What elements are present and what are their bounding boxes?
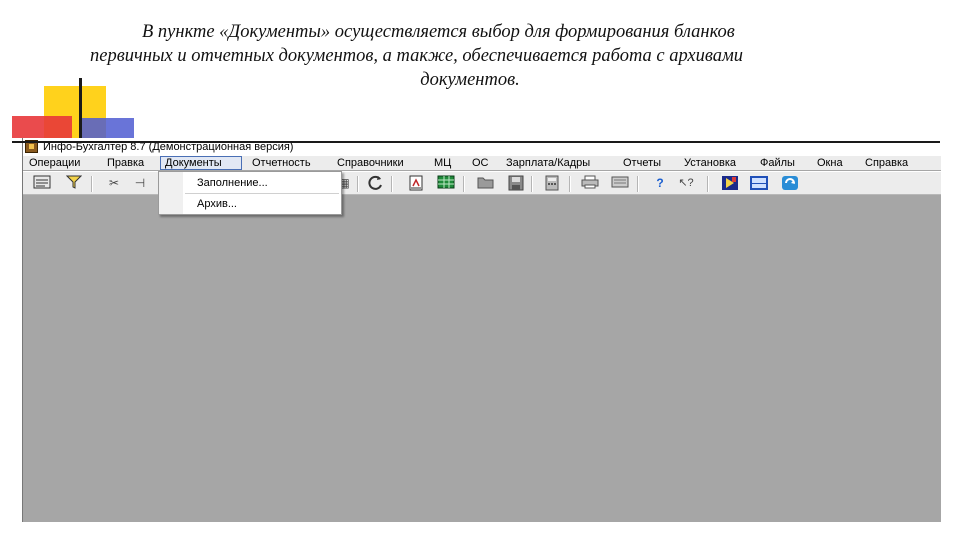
menu-setup[interactable]: Установка [684,156,736,170]
menu-os[interactable]: ОС [472,156,489,170]
table-icon[interactable] [437,175,455,192]
update-icon[interactable] [781,175,799,192]
decor-red-square [12,116,72,138]
decor-horizontal-line [12,141,940,143]
toolbar-separator [637,176,639,192]
menu-directories[interactable]: Справочники [337,156,404,170]
form-icon[interactable] [33,175,51,192]
dropdown-gutter [159,172,183,214]
menu-documents[interactable]: Документы [160,156,242,170]
printer-icon[interactable] [581,175,599,192]
print-preview-icon[interactable] [611,175,629,192]
bookmark-icon[interactable] [721,175,739,192]
menu-files[interactable]: Файлы [760,156,795,170]
refresh-icon[interactable] [367,175,385,192]
toolbar-separator [463,176,465,192]
toolbar-separator [391,176,393,192]
dropdown-divider [185,193,339,194]
toolbar-separator [91,176,93,192]
save-icon[interactable] [507,175,525,192]
menu-mc[interactable]: МЦ [434,156,451,170]
caption-line-2: первичных и отчетных документов, а также… [90,46,744,66]
slide-caption: В пункте «Документы» осуществляется выбо… [60,20,900,92]
menu-windows[interactable]: Окна [817,156,843,170]
filter-icon[interactable] [65,175,83,192]
toolbar-separator [569,176,571,192]
link-icon[interactable]: ⊣ [131,175,149,192]
menu-item-fill[interactable]: Заполнение... [197,174,268,192]
menu-reporting[interactable]: Отчетность [252,156,311,170]
menu-operations[interactable]: Операции [29,156,80,170]
menu-reports[interactable]: Отчеты [623,156,661,170]
menu-edit[interactable]: Правка [107,156,144,170]
menu-payroll[interactable]: Зарплата/Кадры [506,156,590,170]
folder-open-icon[interactable] [477,175,495,192]
report-icon[interactable] [407,175,425,192]
update-calendar-icon[interactable] [749,175,768,192]
menu-bar: Операции Правка Документы Отчетность Спр… [23,156,941,170]
context-help-icon[interactable]: ↖? [677,175,695,192]
toolbar-separator [707,176,709,192]
menu-help[interactable]: Справка [865,156,908,170]
cut-icon[interactable]: ✂ [105,175,123,192]
help-icon[interactable]: ? [651,175,669,192]
menu-item-archive[interactable]: Архив... [197,195,237,213]
toolbar-separator [357,176,359,192]
caption-line-1: В пункте «Документы» осуществляется выбо… [142,22,735,42]
calculator-icon[interactable] [543,175,561,192]
documents-dropdown: Заполнение... Архив... [158,171,342,215]
caption-line-3: документов. [420,70,520,90]
toolbar-separator [531,176,533,192]
